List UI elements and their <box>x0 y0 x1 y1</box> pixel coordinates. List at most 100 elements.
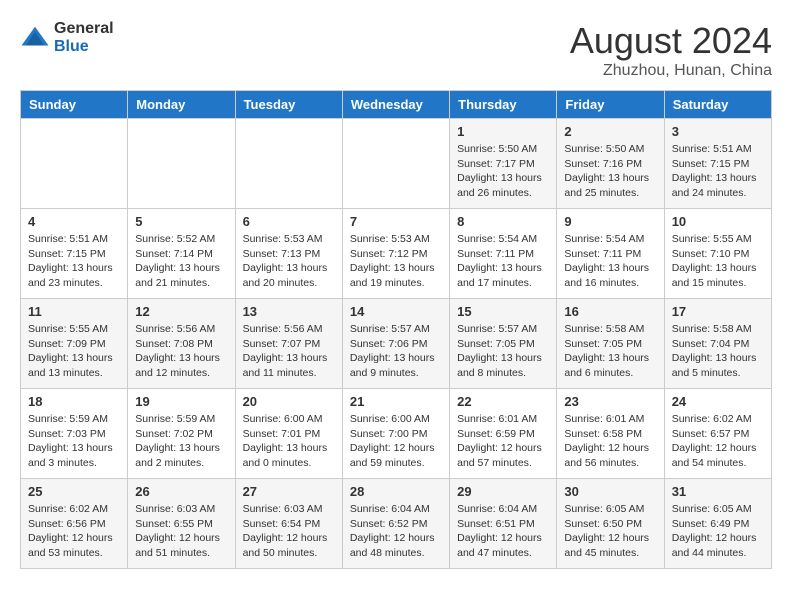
day-number: 6 <box>243 214 335 229</box>
calendar-cell <box>21 119 128 209</box>
calendar-cell: 24Sunrise: 6:02 AM Sunset: 6:57 PM Dayli… <box>664 389 771 479</box>
day-info: Sunrise: 6:02 AM Sunset: 6:56 PM Dayligh… <box>28 502 120 561</box>
calendar-week-row: 18Sunrise: 5:59 AM Sunset: 7:03 PM Dayli… <box>21 389 772 479</box>
day-number: 9 <box>564 214 656 229</box>
calendar-cell <box>342 119 449 209</box>
day-info: Sunrise: 6:03 AM Sunset: 6:55 PM Dayligh… <box>135 502 227 561</box>
calendar-week-row: 1 Sunrise: 5:50 AM Sunset: 7:17 PM Daylig… <box>21 119 772 209</box>
day-info: Sunrise: 5:54 AM Sunset: 7:11 PM Dayligh… <box>564 232 656 291</box>
day-number: 22 <box>457 394 549 409</box>
day-info: Sunrise: 6:04 AM Sunset: 6:51 PM Dayligh… <box>457 502 549 561</box>
day-number: 27 <box>243 484 335 499</box>
calendar-cell: 14 Sunrise: 5:57 AM Sunset: 7:06 PM Dayli… <box>342 299 449 389</box>
day-number: 3 <box>672 124 764 139</box>
calendar-cell: 18Sunrise: 5:59 AM Sunset: 7:03 PM Dayli… <box>21 389 128 479</box>
calendar-cell: 4 Sunrise: 5:51 AM Sunset: 7:15 PM Daylig… <box>21 209 128 299</box>
logo-blue: Blue <box>54 38 89 55</box>
page-header: General Blue August 2024 Zhuzhou, Hunan,… <box>20 20 772 80</box>
day-number: 4 <box>28 214 120 229</box>
day-number: 11 <box>28 304 120 319</box>
calendar-cell: 3 Sunrise: 5:51 AM Sunset: 7:15 PM Daylig… <box>664 119 771 209</box>
day-header-thursday: Thursday <box>450 91 557 119</box>
calendar-cell: 9 Sunrise: 5:54 AM Sunset: 7:11 PM Daylig… <box>557 209 664 299</box>
calendar-cell: 12 Sunrise: 5:56 AM Sunset: 7:08 PM Dayli… <box>128 299 235 389</box>
day-number: 7 <box>350 214 442 229</box>
calendar-cell: 15 Sunrise: 5:57 AM Sunset: 7:05 PM Dayli… <box>450 299 557 389</box>
day-number: 30 <box>564 484 656 499</box>
logo-general: General <box>54 20 114 37</box>
day-number: 15 <box>457 304 549 319</box>
calendar-cell: 23 Sunrise: 6:01 AM Sunset: 6:58 PM Dayli… <box>557 389 664 479</box>
day-header-monday: Monday <box>128 91 235 119</box>
day-info: Sunrise: 5:59 AM Sunset: 7:03 PM Dayligh… <box>28 412 120 471</box>
day-info: Sunrise: 5:53 AM Sunset: 7:13 PM Dayligh… <box>243 232 335 291</box>
day-number: 28 <box>350 484 442 499</box>
day-header-friday: Friday <box>557 91 664 119</box>
day-number: 23 <box>564 394 656 409</box>
day-number: 13 <box>243 304 335 319</box>
day-info: Sunrise: 5:56 AM Sunset: 7:08 PM Dayligh… <box>135 322 227 381</box>
day-info: Sunrise: 6:05 AM Sunset: 6:49 PM Dayligh… <box>672 502 764 561</box>
day-number: 29 <box>457 484 549 499</box>
day-number: 25 <box>28 484 120 499</box>
day-number: 8 <box>457 214 549 229</box>
calendar-cell: 22Sunrise: 6:01 AM Sunset: 6:59 PM Dayli… <box>450 389 557 479</box>
day-info: Sunrise: 6:04 AM Sunset: 6:52 PM Dayligh… <box>350 502 442 561</box>
calendar-cell: 13 Sunrise: 5:56 AM Sunset: 7:07 PM Dayli… <box>235 299 342 389</box>
month-year-title: August 2024 <box>570 20 772 62</box>
day-number: 19 <box>135 394 227 409</box>
calendar-cell: 8Sunrise: 5:54 AM Sunset: 7:11 PM Daylig… <box>450 209 557 299</box>
day-number: 21 <box>350 394 442 409</box>
calendar-cell: 16Sunrise: 5:58 AM Sunset: 7:05 PM Dayli… <box>557 299 664 389</box>
day-header-saturday: Saturday <box>664 91 771 119</box>
day-number: 31 <box>672 484 764 499</box>
calendar-cell: 25 Sunrise: 6:02 AM Sunset: 6:56 PM Dayli… <box>21 479 128 569</box>
day-number: 14 <box>350 304 442 319</box>
day-number: 20 <box>243 394 335 409</box>
day-info: Sunrise: 5:57 AM Sunset: 7:05 PM Dayligh… <box>457 322 549 381</box>
calendar-week-row: 4 Sunrise: 5:51 AM Sunset: 7:15 PM Daylig… <box>21 209 772 299</box>
day-info: Sunrise: 5:57 AM Sunset: 7:06 PM Dayligh… <box>350 322 442 381</box>
calendar-week-row: 11 Sunrise: 5:55 AM Sunset: 7:09 PM Dayli… <box>21 299 772 389</box>
calendar-cell: 26 Sunrise: 6:03 AM Sunset: 6:55 PM Dayli… <box>128 479 235 569</box>
calendar-cell: 19 Sunrise: 5:59 AM Sunset: 7:02 PM Dayli… <box>128 389 235 479</box>
day-number: 26 <box>135 484 227 499</box>
calendar-cell: 31 Sunrise: 6:05 AM Sunset: 6:49 PM Dayli… <box>664 479 771 569</box>
calendar-cell: 28 Sunrise: 6:04 AM Sunset: 6:52 PM Dayli… <box>342 479 449 569</box>
calendar-table: SundayMondayTuesdayWednesdayThursdayFrid… <box>20 90 772 569</box>
day-number: 17 <box>672 304 764 319</box>
calendar-cell <box>128 119 235 209</box>
calendar-cell: 7 Sunrise: 5:53 AM Sunset: 7:12 PM Daylig… <box>342 209 449 299</box>
day-number: 12 <box>135 304 227 319</box>
day-info: Sunrise: 5:58 AM Sunset: 7:04 PM Dayligh… <box>672 322 764 381</box>
calendar-cell: 11 Sunrise: 5:55 AM Sunset: 7:09 PM Dayli… <box>21 299 128 389</box>
calendar-header-row: SundayMondayTuesdayWednesdayThursdayFrid… <box>21 91 772 119</box>
day-header-wednesday: Wednesday <box>342 91 449 119</box>
logo-icon <box>20 23 50 53</box>
day-info: Sunrise: 5:51 AM Sunset: 7:15 PM Dayligh… <box>28 232 120 291</box>
day-info: Sunrise: 6:01 AM Sunset: 6:58 PM Dayligh… <box>564 412 656 471</box>
day-info: Sunrise: 6:00 AM Sunset: 7:01 PM Dayligh… <box>243 412 335 471</box>
calendar-cell: 27Sunrise: 6:03 AM Sunset: 6:54 PM Dayli… <box>235 479 342 569</box>
day-header-sunday: Sunday <box>21 91 128 119</box>
calendar-cell: 29 Sunrise: 6:04 AM Sunset: 6:51 PM Dayli… <box>450 479 557 569</box>
calendar-cell: 2Sunrise: 5:50 AM Sunset: 7:16 PM Daylig… <box>557 119 664 209</box>
day-info: Sunrise: 5:59 AM Sunset: 7:02 PM Dayligh… <box>135 412 227 471</box>
calendar-cell: 10 Sunrise: 5:55 AM Sunset: 7:10 PM Dayli… <box>664 209 771 299</box>
day-info: Sunrise: 5:53 AM Sunset: 7:12 PM Dayligh… <box>350 232 442 291</box>
day-info: Sunrise: 5:55 AM Sunset: 7:10 PM Dayligh… <box>672 232 764 291</box>
day-number: 2 <box>564 124 656 139</box>
calendar-week-row: 25 Sunrise: 6:02 AM Sunset: 6:56 PM Dayli… <box>21 479 772 569</box>
day-info: Sunrise: 5:51 AM Sunset: 7:15 PM Dayligh… <box>672 142 764 201</box>
day-info: Sunrise: 5:50 AM Sunset: 7:17 PM Dayligh… <box>457 142 549 201</box>
day-number: 10 <box>672 214 764 229</box>
calendar-cell <box>235 119 342 209</box>
day-number: 1 <box>457 124 549 139</box>
title-block: August 2024 Zhuzhou, Hunan, China <box>570 20 772 80</box>
calendar-cell: 1 Sunrise: 5:50 AM Sunset: 7:17 PM Daylig… <box>450 119 557 209</box>
calendar-cell: 30Sunrise: 6:05 AM Sunset: 6:50 PM Dayli… <box>557 479 664 569</box>
day-info: Sunrise: 5:56 AM Sunset: 7:07 PM Dayligh… <box>243 322 335 381</box>
day-info: Sunrise: 6:00 AM Sunset: 7:00 PM Dayligh… <box>350 412 442 471</box>
day-info: Sunrise: 5:58 AM Sunset: 7:05 PM Dayligh… <box>564 322 656 381</box>
day-info: Sunrise: 5:55 AM Sunset: 7:09 PM Dayligh… <box>28 322 120 381</box>
